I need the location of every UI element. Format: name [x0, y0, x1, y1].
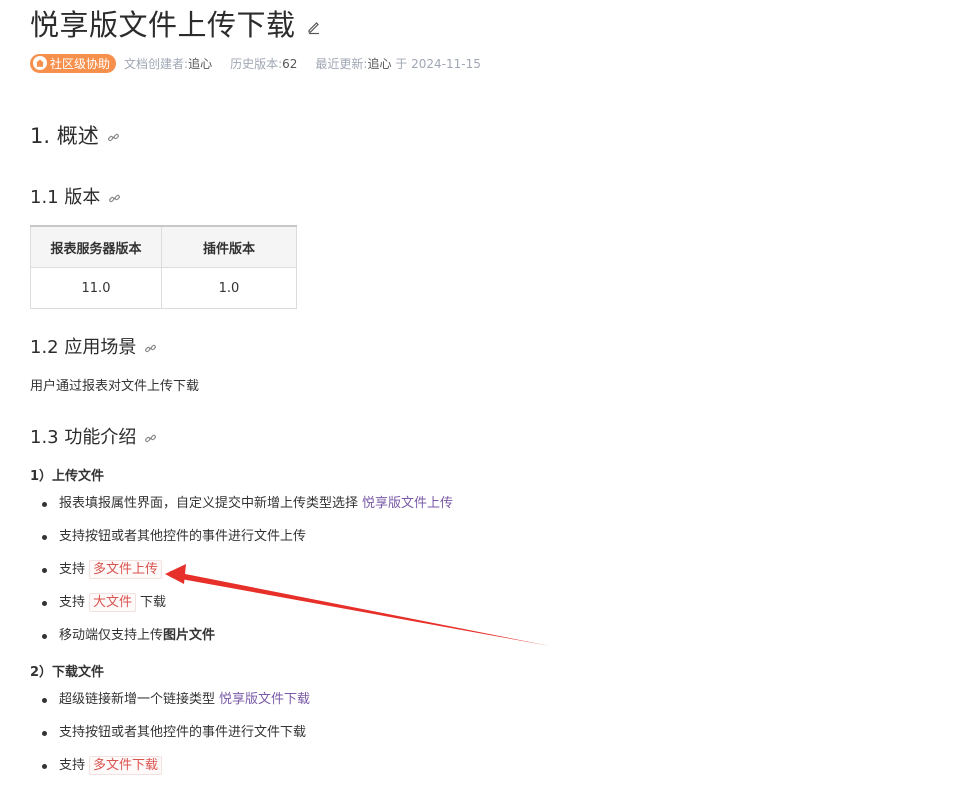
- download-heading: 2）下载文件: [30, 665, 105, 680]
- upload-list: 报表填报属性界面，自定义提交中新增上传类型选择 悦享版文件上传 支持按钮或者其他控…: [30, 493, 453, 658]
- table-header-row: 报表服务器版本 插件版本: [30, 225, 297, 268]
- edit-icon[interactable]: [306, 19, 322, 35]
- list-item: 报表填报属性界面，自定义提交中新增上传类型选择 悦享版文件上传: [30, 493, 453, 526]
- upload-doc-link[interactable]: 悦享版文件上传: [362, 496, 453, 511]
- list-item: 支持 多文件下载: [30, 755, 310, 788]
- creator-meta: 文档创建者:追心: [124, 56, 213, 71]
- heading-version: 1.1 版本: [30, 183, 121, 209]
- upload-heading: 1）上传文件: [30, 469, 105, 484]
- updated-meta: 最近更新:追心 于 2024-11-15: [315, 56, 481, 71]
- version-table: 报表服务器版本 插件版本 11.0 1.0: [30, 225, 297, 309]
- history-meta: 历史版本:62: [230, 56, 298, 71]
- download-list: 超级链接新增一个链接类型 悦享版文件下载 支持按钮或者其他控件的事件进行文件下载 …: [30, 689, 310, 788]
- anchor-link-icon[interactable]: [108, 192, 121, 205]
- list-item: 移动端仅支持上传图片文件: [30, 625, 453, 658]
- inline-code: 多文件上传: [89, 560, 163, 579]
- creator-name[interactable]: 追心: [188, 57, 212, 71]
- anchor-link-icon[interactable]: [107, 131, 120, 144]
- inline-code: 多文件下载: [89, 756, 163, 775]
- anchor-link-icon[interactable]: [144, 342, 157, 355]
- download-doc-link[interactable]: 悦享版文件下载: [219, 692, 310, 707]
- page-title: 悦享版文件上传下载: [30, 2, 322, 44]
- inline-code: 大文件: [89, 593, 137, 612]
- heading-scenario: 1.2 应用场景: [30, 333, 157, 359]
- doc-meta: 社区级协助 文档创建者:追心 历史版本:62 最近更新:追心 于 2024-11…: [30, 53, 481, 73]
- list-item: 超级链接新增一个链接类型 悦享版文件下载: [30, 689, 310, 722]
- heading-overview: 1. 概述: [30, 120, 120, 150]
- scenario-text: 用户通过报表对文件上传下载: [30, 379, 200, 394]
- list-item: 支持按钮或者其他控件的事件进行文件下载: [30, 722, 310, 755]
- table-cell: 1.0: [161, 267, 297, 309]
- list-item: 支持按钮或者其他控件的事件进行文件上传: [30, 526, 453, 559]
- support-level-badge[interactable]: 社区级协助: [30, 53, 117, 73]
- history-count[interactable]: 62: [282, 57, 297, 71]
- anchor-link-icon[interactable]: [144, 432, 157, 445]
- table-header: 插件版本: [161, 225, 297, 268]
- table-row: 11.0 1.0: [30, 267, 297, 309]
- list-item: 支持 多文件上传: [30, 559, 453, 592]
- table-header: 报表服务器版本: [30, 225, 162, 268]
- updated-by[interactable]: 追心: [367, 57, 391, 71]
- updated-date: 于 2024-11-15: [395, 56, 481, 71]
- table-cell: 11.0: [30, 267, 162, 309]
- heading-features: 1.3 功能介绍: [30, 423, 157, 449]
- list-item: 支持 大文件 下载: [30, 592, 453, 625]
- home-icon: [33, 56, 47, 70]
